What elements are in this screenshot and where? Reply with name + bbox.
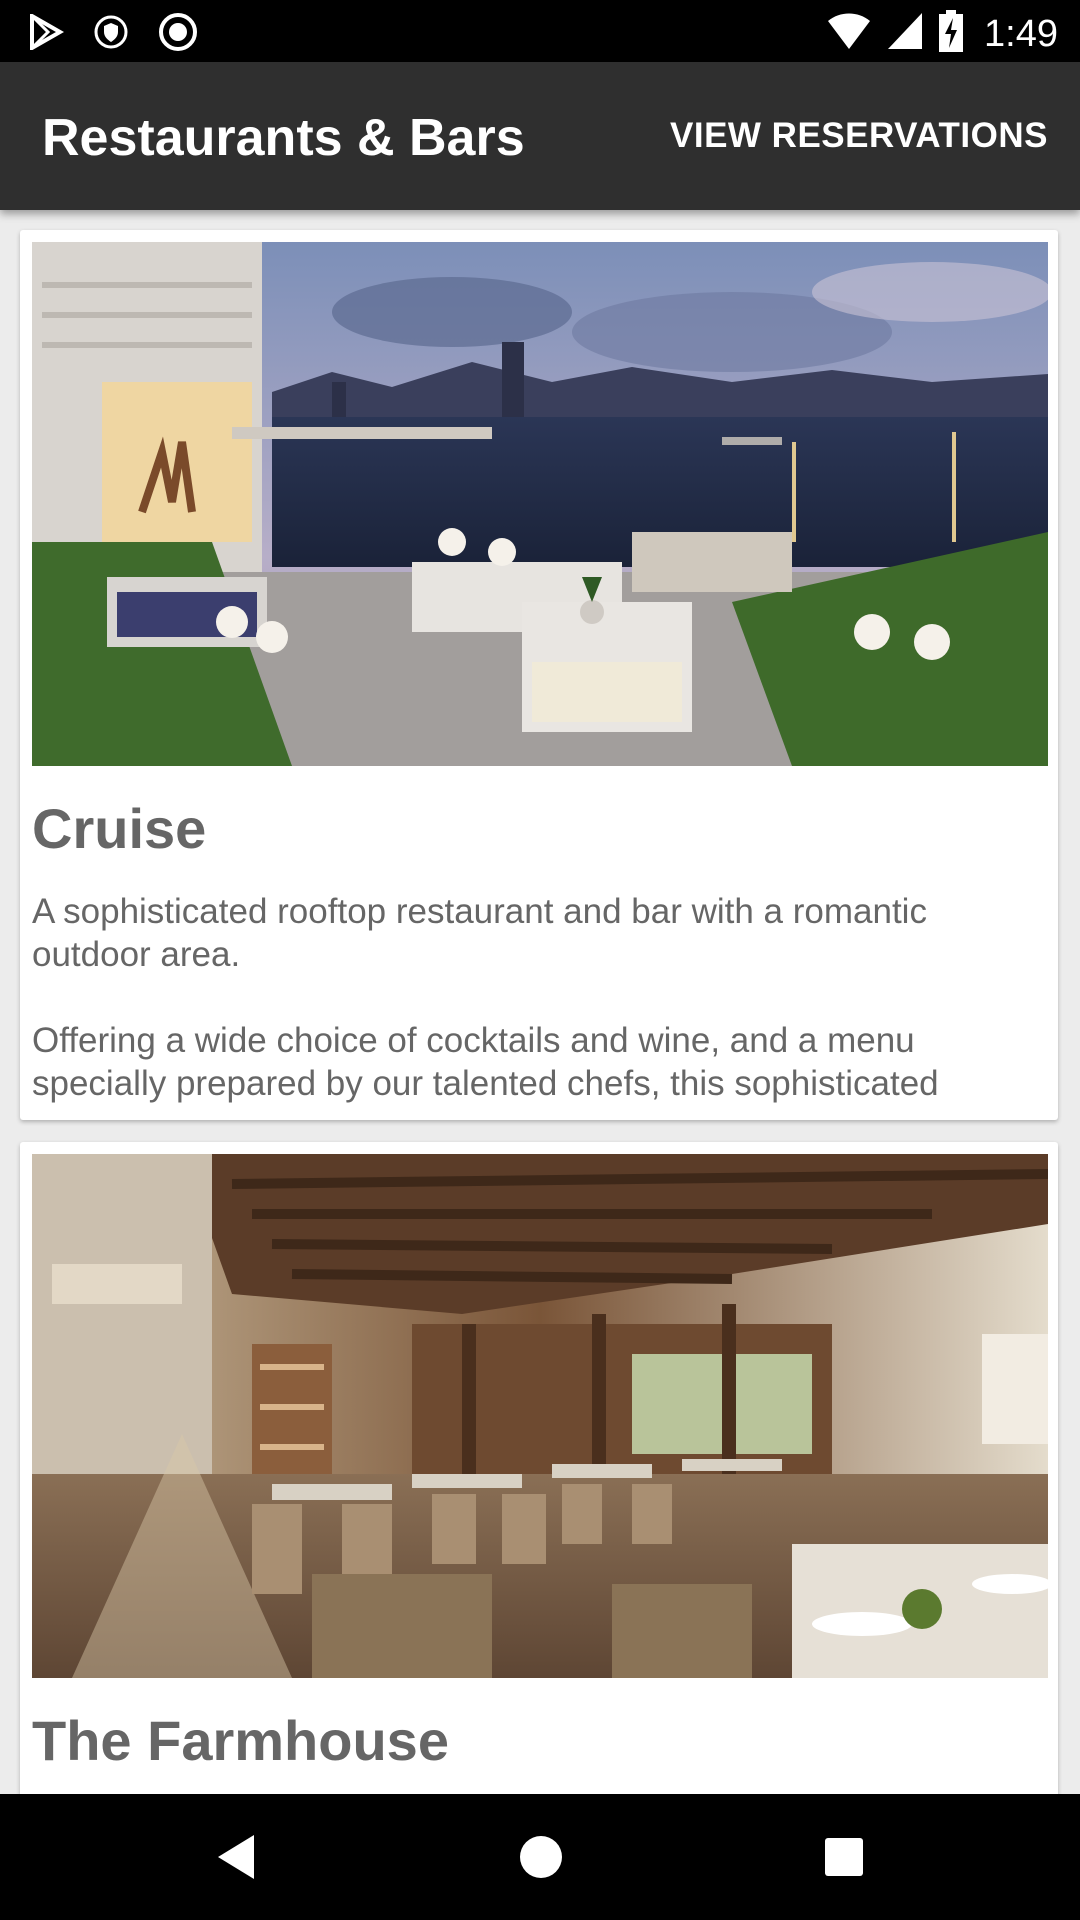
view-reservations-button[interactable]: VIEW RESERVATIONS [670,116,1048,156]
record-icon [158,12,198,57]
restaurant-description: A sophisticated rooftop restaurant and b… [32,890,1042,1148]
description-paragraph: A sophisticated rooftop restaurant and b… [32,892,927,974]
app-bar: Restaurants & Bars VIEW RESERVATIONS [0,62,1080,210]
navigation-bar [0,1794,1080,1920]
restaurant-name: The Farmhouse [32,1709,449,1772]
battery-charging-icon [938,10,964,57]
play-store-icon [28,12,65,55]
shield-icon [94,15,128,54]
restaurant-list[interactable]: Cruise A sophisticated rooftop restauran… [0,210,1080,1794]
restaurant-card-the-farmhouse[interactable]: The Farmhouse [20,1142,1058,1794]
dining-room-photo [32,1154,1048,1678]
back-icon[interactable] [214,1832,258,1887]
status-time: 1:49 [984,12,1058,55]
recents-icon[interactable] [822,1832,866,1887]
page-title: Restaurants & Bars [42,109,525,167]
wifi-icon [826,11,872,56]
restaurant-card-cruise[interactable]: Cruise A sophisticated rooftop restauran… [20,230,1058,1120]
signal-icon [886,11,924,56]
status-bar: 1:49 [0,0,1080,62]
rooftop-terrace-photo [32,242,1048,766]
home-icon[interactable] [518,1832,564,1887]
description-paragraph: Offering a wide choice of cocktails and … [32,1021,939,1103]
restaurant-name: Cruise [32,797,207,860]
